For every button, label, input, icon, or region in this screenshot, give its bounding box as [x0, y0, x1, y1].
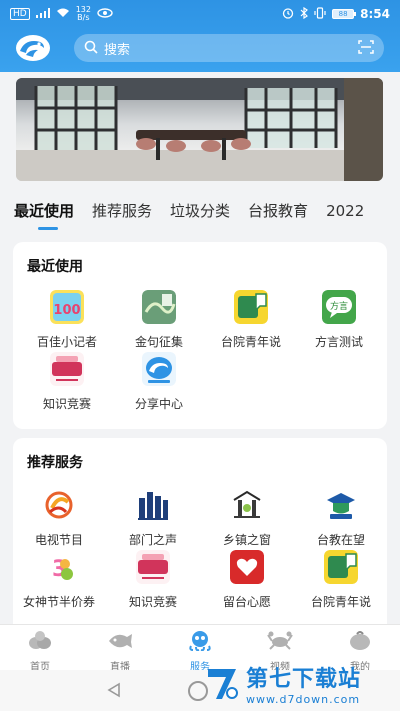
- service-label: 金句征集: [134, 335, 183, 349]
- recent-card: 最近使用 100 百佳小记者 金句征集 台院青年说 方言 方言测试 知识竞赛 分…: [13, 242, 387, 429]
- hd-indicator: HD: [10, 8, 30, 20]
- jinju-icon: [142, 290, 176, 324]
- share-center-icon: [142, 352, 176, 386]
- service-share-center[interactable]: 分享中心: [113, 352, 205, 412]
- back-icon[interactable]: [106, 682, 122, 698]
- recent-title: 最近使用: [27, 259, 83, 275]
- service-education[interactable]: 台教在望: [295, 488, 387, 548]
- category-tabs: 最近使用 推荐服务 垃圾分类 台报教育 2022: [0, 196, 400, 232]
- video-icon: [267, 631, 293, 650]
- watermark-url: www.d7down.com: [246, 692, 361, 706]
- quiz-icon: [136, 550, 170, 584]
- service-township[interactable]: 乡镇之窗: [201, 488, 293, 548]
- service-quiz-2[interactable]: 知识竞赛: [107, 550, 199, 610]
- service-qingnianshuo-2[interactable]: 台院青年说: [295, 550, 387, 610]
- wish-icon: [230, 550, 264, 584]
- qingnianshuo-icon: [234, 290, 268, 324]
- speed-unit: B/s: [77, 13, 90, 22]
- service-baijia[interactable]: 100 百佳小记者: [21, 290, 113, 350]
- service-label: 乡镇之窗: [222, 533, 271, 547]
- svg-text:方言: 方言: [330, 300, 348, 312]
- service-label: 台院青年说: [220, 335, 281, 349]
- search-placeholder: 搜索: [104, 42, 131, 58]
- service-label: 留台心愿: [222, 595, 271, 609]
- bluetooth-icon: [300, 6, 309, 22]
- tv-program-icon: [45, 491, 73, 519]
- coupon-icon: 3: [52, 557, 73, 582]
- watermark-title: 第七下载站: [246, 666, 362, 692]
- clock: 8:54: [360, 7, 390, 21]
- top-header: HD 132 B/s 88 8:54 搜索: [0, 0, 400, 72]
- service-icon: [189, 631, 211, 652]
- service-label: 知识竞赛: [128, 595, 177, 609]
- tab-recommended[interactable]: 推荐服务: [92, 196, 152, 226]
- tab-garbage-sorting[interactable]: 垃圾分类: [170, 196, 230, 226]
- tab-2022[interactable]: 2022: [326, 196, 364, 226]
- tabbar-home[interactable]: 首页: [0, 625, 80, 673]
- recommended-card: 推荐服务 电视节目 部门之声 乡镇之窗 台教在望 3 女神节半价券 知识竞赛 留…: [13, 438, 387, 638]
- network-speed: 132 B/s: [76, 6, 91, 22]
- baijia-100-icon: 100: [50, 290, 84, 324]
- tabbar-live[interactable]: 直播: [80, 625, 160, 673]
- service-label: 方言测试: [314, 335, 363, 349]
- service-qingnianshuo[interactable]: 台院青年说: [205, 290, 297, 350]
- department-icon: [138, 492, 168, 520]
- scan-icon[interactable]: [358, 39, 374, 58]
- service-wish[interactable]: 留台心愿: [201, 550, 293, 610]
- quiz-icon: [50, 352, 84, 386]
- tab-recent[interactable]: 最近使用: [14, 196, 74, 230]
- service-fangyan[interactable]: 方言 方言测试: [293, 290, 385, 350]
- service-label: 台教在望: [316, 533, 365, 547]
- home-icon: [29, 631, 51, 649]
- recommended-title: 推荐服务: [27, 455, 83, 471]
- svg-text:100: 100: [53, 303, 80, 318]
- status-bar: HD 132 B/s 88 8:54: [0, 0, 400, 28]
- banner-image[interactable]: [16, 78, 383, 181]
- service-label: 台院青年说: [310, 595, 371, 609]
- service-coupon[interactable]: 3 女神节半价券: [13, 550, 105, 610]
- profile-icon: [350, 631, 370, 650]
- service-jinju[interactable]: 金句征集: [113, 290, 205, 350]
- service-label: 电视节目: [34, 533, 83, 547]
- search-icon: [84, 39, 98, 58]
- vibrate-icon: [314, 6, 326, 22]
- qingnianshuo-icon: [324, 550, 358, 584]
- live-icon: [109, 634, 132, 648]
- service-label: 百佳小记者: [36, 335, 97, 349]
- township-icon: [233, 490, 261, 518]
- watermark-logo-icon: [208, 669, 238, 699]
- fangyan-icon: 方言: [322, 290, 356, 324]
- service-label: 知识竞赛: [42, 397, 91, 411]
- service-label: 部门之声: [128, 533, 177, 547]
- signal-icon: [35, 7, 50, 21]
- service-label: 女神节半价券: [22, 595, 95, 609]
- tab-education[interactable]: 台报教育: [248, 196, 308, 226]
- service-quiz[interactable]: 知识竞赛: [21, 352, 113, 412]
- app-logo-icon[interactable]: [14, 33, 52, 63]
- service-department[interactable]: 部门之声: [107, 488, 199, 548]
- battery-indicator: 88: [332, 9, 357, 19]
- watermark: 第七下载站 www.d7down.com: [202, 658, 392, 708]
- alarm-icon: [282, 7, 294, 22]
- service-label: 分享中心: [134, 397, 183, 411]
- service-tv-program[interactable]: 电视节目: [13, 488, 105, 548]
- education-icon: [327, 493, 355, 519]
- search-bar[interactable]: 搜索: [74, 34, 384, 62]
- eye-icon: [97, 7, 113, 21]
- wifi-icon: [56, 8, 70, 21]
